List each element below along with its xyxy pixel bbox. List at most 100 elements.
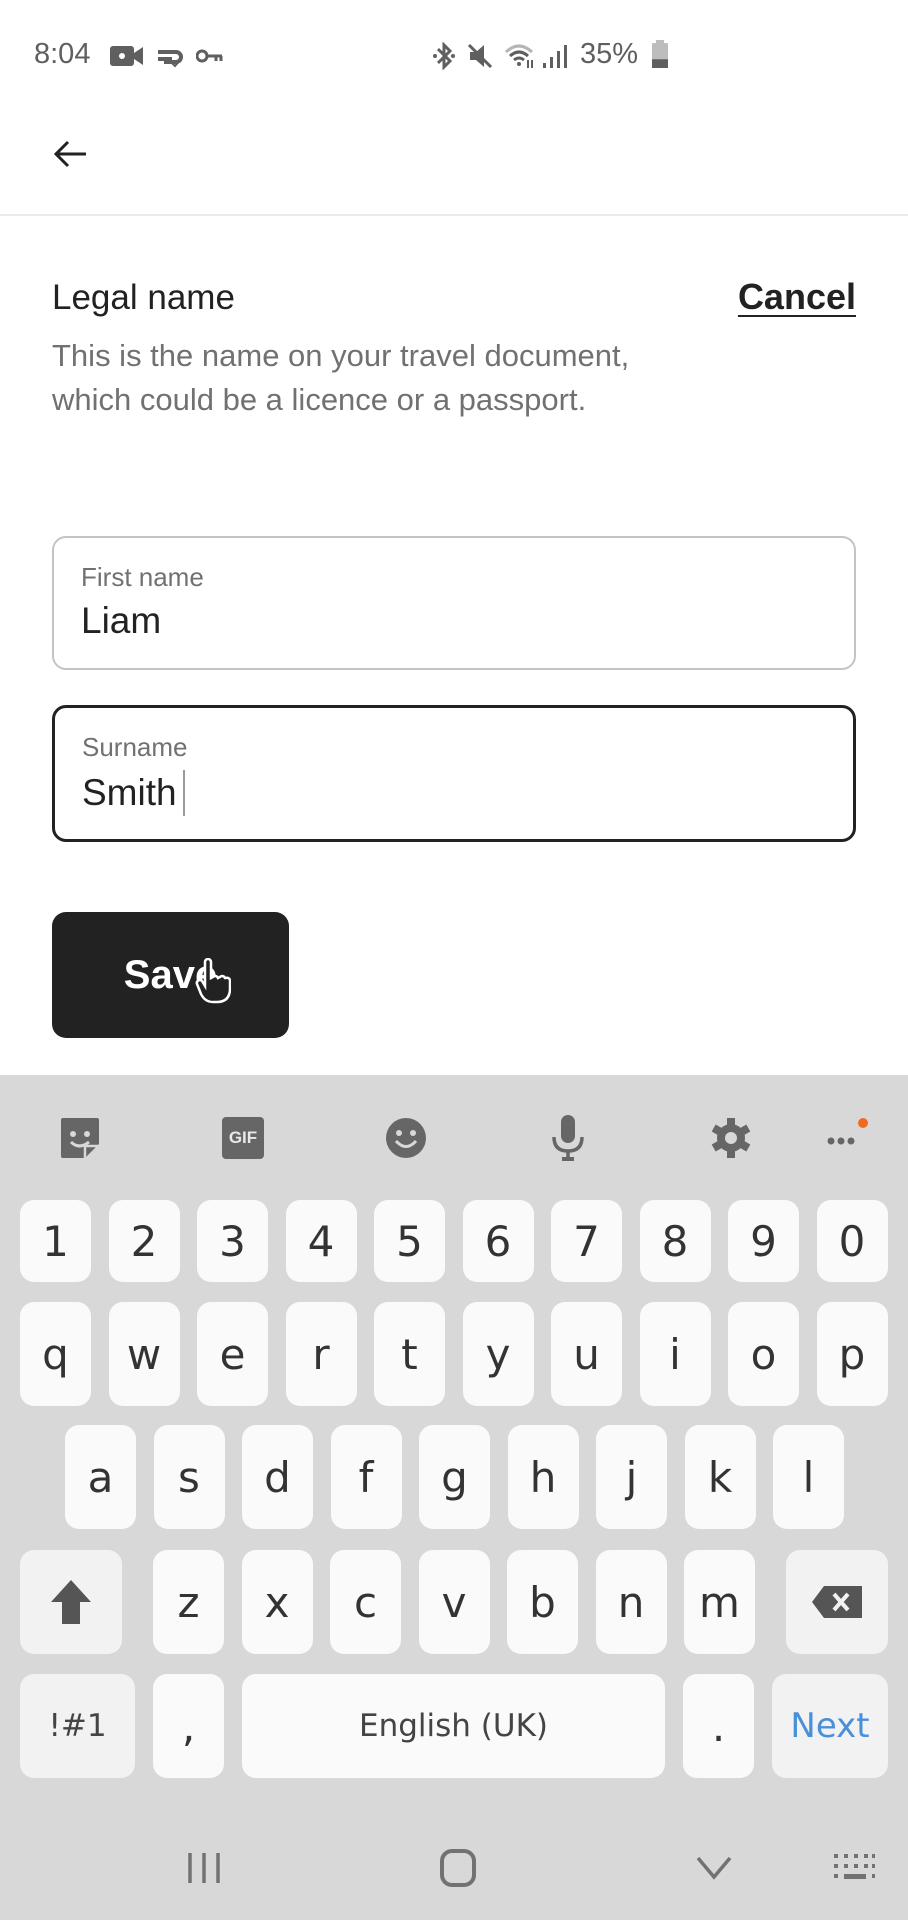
video-camera-icon — [110, 44, 144, 68]
key-z-label: z — [177, 1577, 200, 1627]
key-x[interactable]: x — [241, 1550, 313, 1654]
key-h[interactable]: h — [507, 1425, 579, 1529]
signal-icon — [542, 44, 568, 68]
voice-input-button[interactable] — [540, 1112, 596, 1164]
key-r[interactable]: r — [285, 1302, 357, 1406]
shift-icon — [51, 1580, 91, 1624]
vpn-key-icon — [196, 44, 224, 68]
key-2[interactable]: 2 — [108, 1200, 180, 1282]
status-bar: 8:04 35% — [0, 0, 908, 110]
key-l-label: l — [802, 1452, 815, 1502]
key-b[interactable]: b — [507, 1550, 578, 1654]
key-k-label: k — [707, 1452, 733, 1502]
key-i[interactable]: i — [639, 1302, 711, 1406]
key-v[interactable]: v — [418, 1550, 490, 1654]
key-8[interactable]: 8 — [639, 1200, 711, 1282]
key-1[interactable]: 1 — [20, 1200, 91, 1282]
key-v-label: v — [441, 1577, 467, 1627]
key-u-label: u — [573, 1329, 600, 1379]
hand-pointer-icon — [195, 957, 232, 1009]
battery-percent: 35% — [580, 38, 639, 70]
symbols-key[interactable]: !#1 — [20, 1674, 135, 1778]
arrow-left-icon — [53, 140, 86, 168]
home-icon — [440, 1849, 476, 1887]
first-name-field[interactable]: First name Liam — [52, 536, 856, 670]
key-p-label: p — [838, 1329, 866, 1379]
recent-apps-icon — [188, 1853, 220, 1883]
key-7-label: 7 — [573, 1216, 600, 1266]
first-name-value: Liam — [81, 600, 162, 641]
first-name-input[interactable]: Liam — [81, 600, 161, 642]
save-button[interactable]: Save — [52, 912, 289, 1038]
key-y-label: y — [485, 1329, 511, 1379]
key-n[interactable]: n — [595, 1550, 667, 1654]
gif-button[interactable]: GIF — [215, 1112, 271, 1164]
emoji-button[interactable] — [378, 1112, 434, 1164]
keyboard-settings-button[interactable] — [703, 1112, 759, 1164]
sticker-button[interactable] — [52, 1112, 108, 1164]
backspace-key[interactable] — [786, 1550, 888, 1654]
hide-keyboard-icon — [696, 1856, 732, 1880]
key-m[interactable]: m — [684, 1550, 755, 1654]
key-b-label: b — [529, 1577, 556, 1627]
key-e[interactable]: e — [197, 1302, 268, 1406]
hide-keyboard-button[interactable] — [682, 1840, 746, 1896]
key-f[interactable]: f — [330, 1425, 402, 1529]
key-d[interactable]: d — [242, 1425, 313, 1529]
key-k[interactable]: k — [684, 1425, 756, 1529]
key-e-label: e — [219, 1329, 246, 1379]
key-s[interactable]: s — [153, 1425, 225, 1529]
key-t[interactable]: t — [374, 1302, 445, 1406]
key-g[interactable]: g — [419, 1425, 490, 1529]
gif-label: GIF — [228, 1128, 258, 1147]
shift-key[interactable] — [20, 1550, 122, 1654]
key-o[interactable]: o — [728, 1302, 799, 1406]
key-7[interactable]: 7 — [551, 1200, 622, 1282]
key-0-label: 0 — [838, 1216, 866, 1266]
key-0[interactable]: 0 — [816, 1200, 888, 1282]
key-u[interactable]: u — [551, 1302, 622, 1406]
key-4[interactable]: 4 — [285, 1200, 357, 1282]
key-6[interactable]: 6 — [462, 1200, 534, 1282]
key-p[interactable]: p — [816, 1302, 888, 1406]
surname-label: Surname — [82, 732, 188, 762]
key-i-label: i — [669, 1329, 681, 1379]
key-d-label: d — [264, 1452, 291, 1502]
period-key[interactable]: . — [683, 1674, 754, 1778]
surname-field[interactable]: Surname Smith — [52, 705, 856, 842]
section-description: This is the name on your travel document… — [52, 338, 630, 417]
surname-input[interactable]: Smith — [82, 770, 185, 816]
comma-key[interactable]: , — [153, 1674, 224, 1778]
mute-icon — [466, 43, 494, 69]
recent-apps-button[interactable] — [172, 1840, 236, 1896]
key-j[interactable]: j — [596, 1425, 667, 1529]
space-key[interactable]: English (UK) — [242, 1674, 665, 1778]
settings-gear-icon — [711, 1118, 751, 1158]
key-3[interactable]: 3 — [197, 1200, 268, 1282]
key-r-label: r — [312, 1329, 330, 1379]
first-name-label: First name — [81, 562, 204, 592]
key-9[interactable]: 9 — [728, 1200, 799, 1282]
sync-check-icon — [154, 44, 184, 68]
key-5[interactable]: 5 — [374, 1200, 445, 1282]
key-z[interactable]: z — [153, 1550, 224, 1654]
key-q[interactable]: q — [20, 1302, 91, 1406]
comma-key-label: , — [181, 1701, 196, 1751]
key-t-label: t — [401, 1329, 418, 1379]
cancel-button[interactable]: Cancel — [738, 276, 856, 318]
keyboard-switch-button[interactable] — [822, 1840, 886, 1896]
key-m-label: m — [699, 1577, 740, 1627]
home-button[interactable] — [426, 1840, 490, 1896]
bluetooth-icon — [432, 42, 456, 70]
key-y[interactable]: y — [462, 1302, 534, 1406]
key-a[interactable]: a — [65, 1425, 136, 1529]
key-c[interactable]: c — [330, 1550, 401, 1654]
key-w[interactable]: w — [108, 1302, 180, 1406]
key-l[interactable]: l — [773, 1425, 844, 1529]
emoji-icon — [386, 1118, 426, 1158]
more-options-button[interactable] — [818, 1112, 874, 1164]
next-key[interactable]: Next — [772, 1674, 888, 1778]
key-o-label: o — [750, 1329, 777, 1379]
key-j-label: j — [625, 1452, 638, 1502]
back-button[interactable] — [44, 128, 96, 180]
